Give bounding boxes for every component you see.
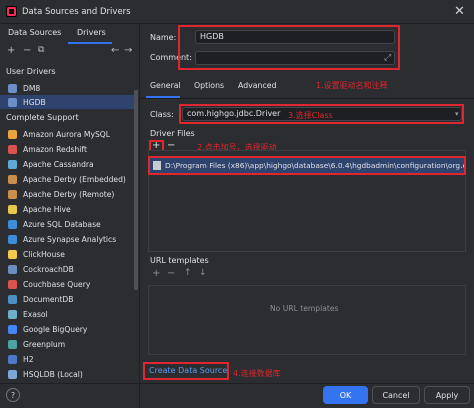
driver-icon — [8, 294, 17, 304]
driver-item[interactable]: Apache Derby (Remote) — [0, 187, 134, 201]
driver-label: Google BigQuery — [23, 324, 88, 334]
driver-icon — [8, 369, 17, 379]
move-down-icon[interactable]: ↓ — [199, 268, 207, 278]
forward-icon[interactable]: → — [124, 45, 132, 56]
driver-icon — [8, 264, 17, 274]
driver-icon — [8, 97, 17, 107]
tab-general[interactable]: General — [150, 81, 181, 90]
complete-support-list: Amazon Aurora MySQL Amazon Redshift Apache… — [0, 127, 134, 387]
scrollbar[interactable] — [134, 90, 138, 290]
apply-button[interactable]: Apply — [424, 386, 470, 404]
name-label: Name: — [150, 33, 177, 42]
remove-icon[interactable]: − — [23, 45, 31, 56]
driver-icon — [8, 129, 17, 139]
driver-label: Apache Derby (Remote) — [23, 189, 115, 199]
annotation-note-4: 4.连接数据库 — [233, 369, 281, 378]
duplicate-icon[interactable]: ⧉ — [38, 45, 44, 55]
driver-item[interactable]: Exasol — [0, 307, 134, 321]
driver-files-label: Driver Files — [150, 129, 195, 138]
driver-item[interactable]: Apache Derby (Embedded) — [0, 172, 134, 186]
empty-url-text: No URL templates — [270, 304, 339, 313]
app-icon — [6, 6, 17, 17]
tab-divider — [140, 98, 474, 99]
complete-support-header: Complete Support — [6, 113, 79, 122]
driver-item[interactable]: DocumentDB — [0, 292, 134, 306]
driver-label: DM8 — [23, 83, 41, 93]
driver-item[interactable]: Greenplum — [0, 337, 134, 351]
chevron-down-icon[interactable]: ▾ — [455, 110, 459, 118]
driver-label: DocumentDB — [23, 294, 74, 304]
driver-label: Exasol — [23, 309, 48, 319]
add-icon[interactable]: + — [7, 45, 15, 56]
tab-advanced[interactable]: Advanced — [238, 81, 277, 90]
driver-label: CockroachDB — [23, 264, 74, 274]
driver-item[interactable]: Apache Hive — [0, 202, 134, 216]
driver-item[interactable]: HSQLDB (Local) — [0, 367, 134, 381]
driver-icon — [8, 279, 17, 289]
driver-label: H2 — [23, 354, 34, 364]
url-templates-label: URL templates — [150, 256, 209, 265]
driver-icon — [8, 204, 17, 214]
add-url-icon[interactable]: + — [152, 268, 160, 279]
driver-item[interactable]: Amazon Redshift — [0, 142, 134, 156]
driver-item[interactable]: CockroachDB — [0, 262, 134, 276]
tab-data-sources[interactable]: Data Sources — [8, 28, 61, 37]
driver-icon — [8, 324, 17, 334]
driver-icon — [8, 339, 17, 349]
ok-button[interactable]: OK — [323, 386, 368, 404]
driver-item-hgdb[interactable]: HGDB — [0, 95, 134, 109]
driver-item[interactable]: Amazon Aurora MySQL — [0, 127, 134, 141]
driver-item[interactable]: Azure SQL Database — [0, 217, 134, 231]
back-icon[interactable]: ← — [111, 45, 119, 56]
driver-label: Apache Hive — [23, 204, 71, 214]
driver-label: HGDB — [23, 97, 46, 107]
driver-item[interactable]: ClickHouse — [0, 247, 134, 261]
help-button[interactable]: ? — [6, 388, 20, 402]
driver-icon — [8, 189, 17, 199]
user-drivers-header: User Drivers — [6, 67, 56, 76]
annotation-note-1: 1.设置驱动名和注释 — [316, 81, 388, 90]
driver-item-dm8[interactable]: DM8 — [0, 81, 134, 95]
driver-icon — [8, 174, 17, 184]
annotation-box-name — [178, 25, 400, 70]
driver-item[interactable]: H2 — [0, 352, 134, 366]
remove-url-icon[interactable]: − — [167, 268, 175, 279]
driver-label: Azure Synapse Analytics — [23, 234, 117, 244]
driver-item[interactable]: Google BigQuery — [0, 322, 134, 336]
driver-label: Azure SQL Database — [23, 219, 101, 229]
driver-item[interactable]: Azure Synapse Analytics — [0, 232, 134, 246]
driver-icon — [8, 219, 17, 229]
active-tab-indicator — [68, 42, 112, 44]
footer-divider — [0, 383, 474, 384]
window-title: Data Sources and Drivers — [22, 7, 131, 17]
driver-label: Amazon Redshift — [23, 144, 87, 154]
url-templates-panel — [148, 285, 466, 355]
driver-item[interactable]: Apache Cassandra — [0, 157, 134, 171]
class-label: Class: — [150, 110, 174, 119]
driver-label: Greenplum — [23, 339, 66, 349]
driver-label: ClickHouse — [23, 249, 65, 259]
driver-label: Apache Derby (Embedded) — [23, 174, 126, 184]
tab-options[interactable]: Options — [194, 81, 224, 90]
close-icon[interactable]: ✕ — [454, 4, 465, 19]
driver-icon — [8, 354, 17, 364]
tab-drivers[interactable]: Drivers — [77, 28, 106, 37]
driver-icon — [8, 144, 17, 154]
driver-label: Amazon Aurora MySQL — [23, 129, 110, 139]
driver-icon — [8, 249, 17, 259]
driver-icon — [8, 83, 17, 93]
driver-icon — [8, 234, 17, 244]
driver-label: Couchbase Query — [23, 279, 91, 289]
driver-icon — [8, 159, 17, 169]
annotation-box-file — [148, 156, 466, 175]
cancel-button[interactable]: Cancel — [372, 386, 420, 404]
driver-label: HSQLDB (Local) — [23, 369, 83, 379]
move-up-icon[interactable]: ↑ — [184, 268, 192, 278]
annotation-box-create — [143, 362, 229, 380]
driver-label: Apache Cassandra — [23, 159, 94, 169]
driver-item[interactable]: Couchbase Query — [0, 277, 134, 291]
driver-icon — [8, 309, 17, 319]
annotation-note-3: 3.选择Class — [288, 111, 333, 120]
